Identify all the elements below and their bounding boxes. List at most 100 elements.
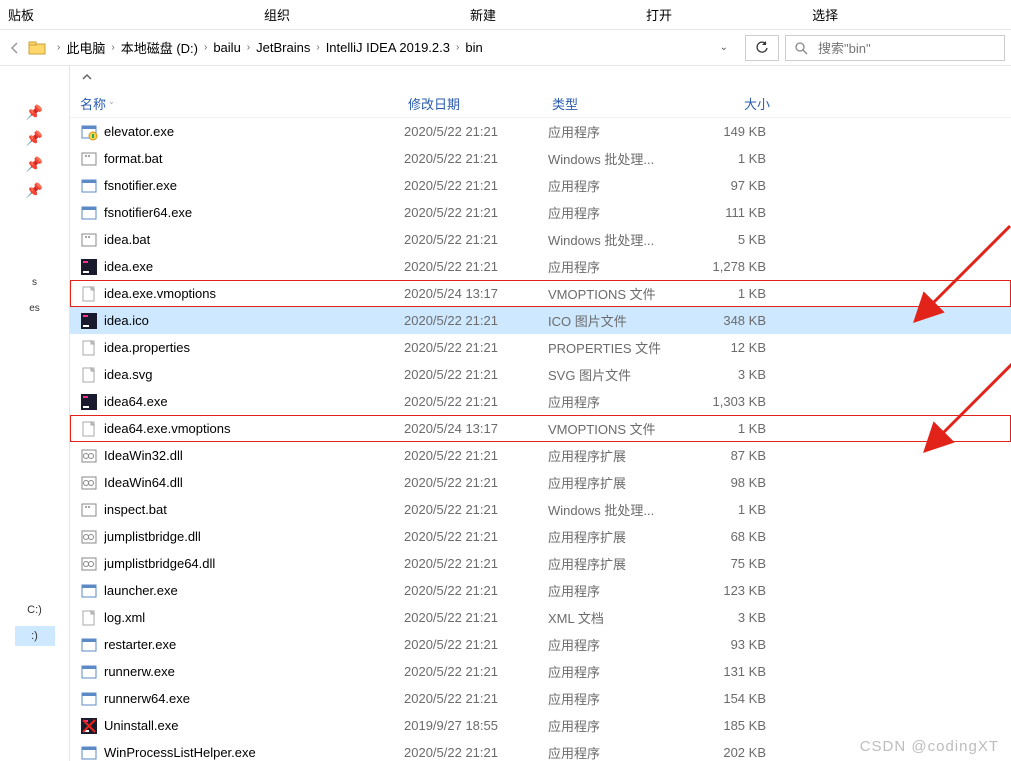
file-name: launcher.exe bbox=[104, 583, 404, 598]
file-date: 2020/5/22 21:21 bbox=[404, 502, 548, 517]
pin-icon[interactable]: 📌 bbox=[25, 180, 45, 200]
header-size[interactable]: 大小 bbox=[702, 94, 786, 113]
pin-icon[interactable]: 📌 bbox=[25, 128, 45, 148]
file-icon bbox=[80, 150, 98, 168]
file-size: 348 KB bbox=[698, 313, 782, 328]
table-row[interactable]: fsnotifier.exe2020/5/22 21:21应用程序97 KB bbox=[70, 172, 1011, 199]
file-name: WinProcessListHelper.exe bbox=[104, 745, 404, 760]
table-row[interactable]: idea.bat2020/5/22 21:21Windows 批处理...5 K… bbox=[70, 226, 1011, 253]
file-date: 2020/5/22 21:21 bbox=[404, 610, 548, 625]
file-size: 98 KB bbox=[698, 475, 782, 490]
file-date: 2020/5/22 21:21 bbox=[404, 151, 548, 166]
table-row[interactable]: idea64.exe2020/5/22 21:21应用程序1,303 KB bbox=[70, 388, 1011, 415]
file-icon bbox=[80, 339, 98, 357]
chevron-down-icon[interactable]: ⌄ bbox=[710, 42, 738, 53]
table-row[interactable]: elevator.exe2020/5/22 21:21应用程序149 KB bbox=[70, 118, 1011, 145]
sidebar: 📌 📌 📌 📌 s es C:) :) bbox=[0, 66, 70, 761]
menu-select[interactable]: 选择 bbox=[732, 5, 898, 24]
file-size: 1 KB bbox=[698, 421, 782, 436]
file-date: 2020/5/22 21:21 bbox=[404, 691, 548, 706]
table-row[interactable]: idea.exe2020/5/22 21:21应用程序1,278 KB bbox=[70, 253, 1011, 280]
file-size: 3 KB bbox=[698, 367, 782, 382]
header-date[interactable]: 修改日期 bbox=[408, 94, 552, 113]
crumb-idea[interactable]: IntelliJ IDEA 2019.2.3 bbox=[324, 40, 452, 55]
table-row[interactable]: fsnotifier64.exe2020/5/22 21:21应用程序111 K… bbox=[70, 199, 1011, 226]
sidebar-drive-c[interactable]: C:) bbox=[25, 600, 45, 620]
file-date: 2020/5/22 21:21 bbox=[404, 394, 548, 409]
file-size: 1 KB bbox=[698, 502, 782, 517]
up-arrow-area[interactable] bbox=[70, 66, 1011, 90]
refresh-button[interactable] bbox=[745, 35, 779, 61]
crumb-jetbrains[interactable]: JetBrains bbox=[254, 40, 312, 55]
search-input[interactable]: 搜索"bin" bbox=[785, 35, 1005, 61]
crumb-bin[interactable]: bin bbox=[463, 40, 484, 55]
menu-new[interactable]: 新建 bbox=[350, 5, 556, 24]
file-type: 应用程序 bbox=[548, 635, 698, 654]
table-row[interactable]: runnerw.exe2020/5/22 21:21应用程序131 KB bbox=[70, 658, 1011, 685]
table-row[interactable]: jumplistbridge64.dll2020/5/22 21:21应用程序扩… bbox=[70, 550, 1011, 577]
file-date: 2020/5/22 21:21 bbox=[404, 259, 548, 274]
file-icon bbox=[80, 231, 98, 249]
table-row[interactable]: restarter.exe2020/5/22 21:21应用程序93 KB bbox=[70, 631, 1011, 658]
file-date: 2020/5/24 13:17 bbox=[404, 421, 548, 436]
file-icon bbox=[80, 447, 98, 465]
table-row[interactable]: idea.exe.vmoptions2020/5/24 13:17VMOPTIO… bbox=[70, 280, 1011, 307]
table-row[interactable]: idea.svg2020/5/22 21:21SVG 图片文件3 KB bbox=[70, 361, 1011, 388]
table-row[interactable]: jumplistbridge.dll2020/5/22 21:21应用程序扩展6… bbox=[70, 523, 1011, 550]
file-date: 2020/5/22 21:21 bbox=[404, 124, 548, 139]
table-row[interactable]: runnerw64.exe2020/5/22 21:21应用程序154 KB bbox=[70, 685, 1011, 712]
file-icon bbox=[80, 258, 98, 276]
file-size: 185 KB bbox=[698, 718, 782, 733]
menu-open[interactable]: 打开 bbox=[556, 5, 732, 24]
file-size: 131 KB bbox=[698, 664, 782, 679]
file-size: 93 KB bbox=[698, 637, 782, 652]
table-row[interactable]: launcher.exe2020/5/22 21:21应用程序123 KB bbox=[70, 577, 1011, 604]
file-icon bbox=[80, 312, 98, 330]
sidebar-label[interactable]: es bbox=[25, 298, 45, 318]
header-type[interactable]: 类型 bbox=[552, 94, 702, 113]
table-row[interactable]: IdeaWin64.dll2020/5/22 21:21应用程序扩展98 KB bbox=[70, 469, 1011, 496]
crumb-bailu[interactable]: bailu bbox=[211, 40, 242, 55]
table-row[interactable]: idea.ico2020/5/22 21:21ICO 图片文件348 KB bbox=[70, 307, 1011, 334]
file-icon bbox=[80, 474, 98, 492]
file-type: VMOPTIONS 文件 bbox=[548, 419, 698, 438]
file-list-area: 名称ˇ 修改日期 类型 大小 elevator.exe2020/5/22 21:… bbox=[70, 66, 1011, 761]
address-bar: › 此电脑 › 本地磁盘 (D:) › bailu › JetBrains › … bbox=[0, 30, 1011, 66]
back-button[interactable] bbox=[6, 39, 24, 57]
menu-organize[interactable]: 组织 bbox=[94, 5, 350, 24]
file-type: 应用程序 bbox=[548, 662, 698, 681]
table-row[interactable]: IdeaWin32.dll2020/5/22 21:21应用程序扩展87 KB bbox=[70, 442, 1011, 469]
header-name[interactable]: 名称ˇ bbox=[80, 94, 408, 113]
pin-icon[interactable]: 📌 bbox=[25, 102, 45, 122]
file-date: 2020/5/22 21:21 bbox=[404, 448, 548, 463]
file-type: 应用程序 bbox=[548, 581, 698, 600]
file-icon bbox=[80, 636, 98, 654]
file-type: 应用程序 bbox=[548, 122, 698, 141]
breadcrumb[interactable]: › 此电脑 › 本地磁盘 (D:) › bailu › JetBrains › … bbox=[50, 35, 739, 61]
file-name: log.xml bbox=[104, 610, 404, 625]
chevron-right-icon: › bbox=[312, 42, 323, 53]
file-icon bbox=[80, 177, 98, 195]
file-type: 应用程序 bbox=[548, 743, 698, 761]
table-row[interactable]: format.bat2020/5/22 21:21Windows 批处理...1… bbox=[70, 145, 1011, 172]
sort-indicator-icon: ˇ bbox=[110, 101, 113, 111]
crumb-this-pc[interactable]: 此电脑 bbox=[64, 38, 107, 57]
table-row[interactable]: log.xml2020/5/22 21:21XML 文档3 KB bbox=[70, 604, 1011, 631]
table-row[interactable]: idea64.exe.vmoptions2020/5/24 13:17VMOPT… bbox=[70, 415, 1011, 442]
table-row[interactable]: idea.properties2020/5/22 21:21PROPERTIES… bbox=[70, 334, 1011, 361]
file-type: 应用程序 bbox=[548, 257, 698, 276]
chevron-right-icon: › bbox=[53, 42, 64, 53]
file-name: idea.exe bbox=[104, 259, 404, 274]
file-name: IdeaWin32.dll bbox=[104, 448, 404, 463]
crumb-drive[interactable]: 本地磁盘 (D:) bbox=[119, 38, 200, 57]
file-icon bbox=[80, 717, 98, 735]
pin-icon[interactable]: 📌 bbox=[25, 154, 45, 174]
file-date: 2020/5/22 21:21 bbox=[404, 529, 548, 544]
table-row[interactable]: inspect.bat2020/5/22 21:21Windows 批处理...… bbox=[70, 496, 1011, 523]
file-icon bbox=[80, 609, 98, 627]
sidebar-label[interactable]: s bbox=[25, 272, 45, 292]
file-date: 2020/5/22 21:21 bbox=[404, 583, 548, 598]
menu-clipboard[interactable]: 贴板 bbox=[4, 5, 94, 24]
table-row[interactable]: Uninstall.exe2019/9/27 18:55应用程序185 KB bbox=[70, 712, 1011, 739]
sidebar-drive-d[interactable]: :) bbox=[15, 626, 55, 646]
